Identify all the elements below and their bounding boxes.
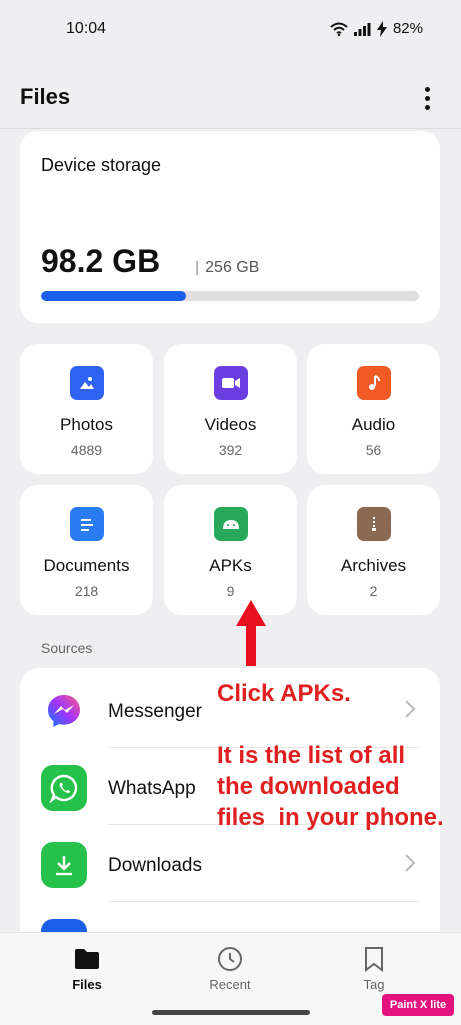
chevron-right-icon xyxy=(405,700,416,718)
annotation-line-1: Click APKs. xyxy=(217,680,351,707)
android-icon xyxy=(213,507,248,541)
category-tile-videos[interactable]: Videos 392 xyxy=(164,344,297,474)
category-tile-documents[interactable]: Documents 218 xyxy=(20,485,153,615)
video-icon xyxy=(213,366,248,400)
home-indicator[interactable] xyxy=(152,1010,310,1015)
nav-files[interactable]: Files xyxy=(27,933,147,1003)
nav-recent[interactable]: Recent xyxy=(170,933,290,1003)
status-bar: 10:04 82% xyxy=(0,0,461,60)
charging-icon xyxy=(376,20,387,37)
status-time: 10:04 xyxy=(66,20,107,37)
storage-total: 256 GB xyxy=(205,259,260,276)
annotation-line-3: the downloaded xyxy=(217,773,400,800)
storage-label: Device storage xyxy=(41,155,162,175)
source-label: WhatsApp xyxy=(108,778,196,799)
more-options-icon[interactable] xyxy=(417,84,437,112)
annotation-line-4: files in your phone. xyxy=(217,804,444,831)
header-divider xyxy=(0,128,461,129)
clock-icon xyxy=(216,945,244,973)
device-storage-card[interactable]: Device storage 98.2 GB | 256 GB xyxy=(20,131,440,323)
download-icon xyxy=(41,842,87,888)
category-tile-apks[interactable]: APKs 9 xyxy=(164,485,297,615)
nav-label: Tag xyxy=(363,977,385,992)
category-label: Photos xyxy=(60,415,113,434)
signal-icon xyxy=(353,22,371,36)
storage-separator: | xyxy=(195,259,200,276)
document-icon xyxy=(69,507,104,541)
category-tile-archives[interactable]: Archives 2 xyxy=(307,485,440,615)
watermark: Paint X lite xyxy=(382,994,454,1016)
archive-icon xyxy=(356,507,391,541)
image-icon xyxy=(69,366,104,400)
sources-heading: Sources xyxy=(41,640,93,656)
status-icons: 82% xyxy=(330,20,423,37)
category-tile-photos[interactable]: Photos 4889 xyxy=(20,344,153,474)
page-title: Files xyxy=(20,84,71,109)
category-tile-audio[interactable]: Audio 56 xyxy=(307,344,440,474)
category-label: Videos xyxy=(204,415,257,434)
category-label: Archives xyxy=(340,556,407,575)
category-count: 2 xyxy=(369,583,378,599)
source-label: Messenger xyxy=(108,701,202,722)
category-count: 9 xyxy=(226,583,235,599)
wifi-icon xyxy=(330,22,348,36)
category-count: 4889 xyxy=(70,442,103,458)
category-label: APKs xyxy=(209,556,252,575)
arrow-up-annotation xyxy=(236,600,266,666)
category-count: 218 xyxy=(74,583,99,599)
chevron-right-icon xyxy=(405,854,416,872)
battery-percent: 82% xyxy=(392,20,423,37)
category-count: 56 xyxy=(365,442,382,458)
storage-progress-fill xyxy=(41,291,187,301)
nav-label: Files xyxy=(72,977,102,992)
storage-progress-bar xyxy=(41,291,419,301)
folder-icon xyxy=(73,945,101,973)
nav-label: Recent xyxy=(209,977,251,992)
messenger-icon xyxy=(41,688,87,734)
category-label: Documents xyxy=(43,556,130,575)
whatsapp-icon xyxy=(41,765,87,811)
category-count: 392 xyxy=(218,442,243,458)
storage-used: 98.2 GB xyxy=(41,243,161,279)
storage-total-wrap: | 256 GB xyxy=(195,259,259,277)
category-label: Audio xyxy=(351,415,396,434)
music-icon xyxy=(356,366,391,400)
source-label: Downloads xyxy=(108,855,202,876)
app-bar: Files xyxy=(0,70,461,128)
nav-tag[interactable]: Tag xyxy=(314,933,434,1003)
bookmark-icon xyxy=(360,945,388,973)
source-item-downloads[interactable]: Downloads xyxy=(20,825,440,902)
annotation-line-2: It is the list of all xyxy=(217,742,406,769)
